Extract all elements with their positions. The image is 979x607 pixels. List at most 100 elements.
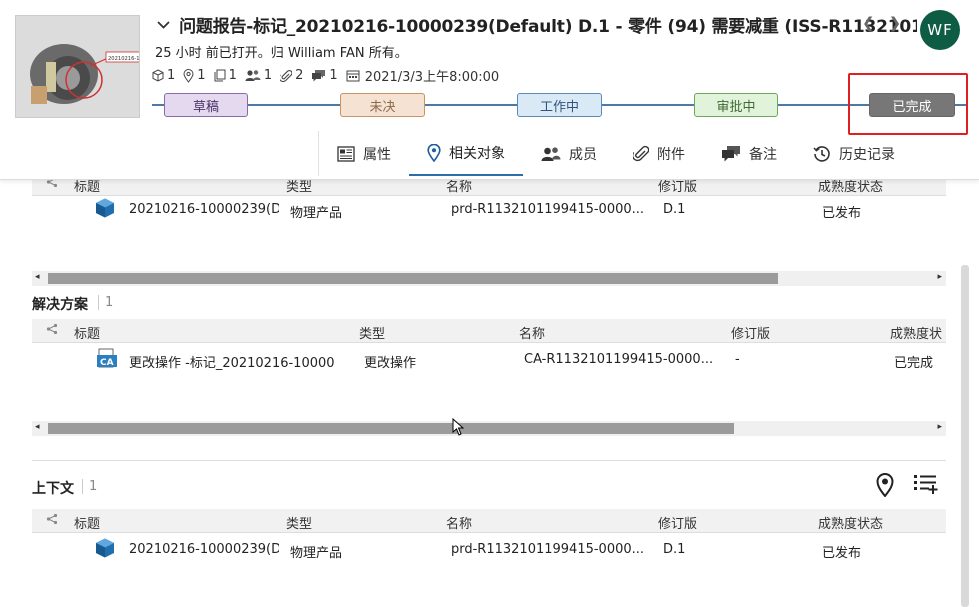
stat-people-value: 1 (263, 68, 273, 83)
row-title[interactable]: 更改操作 -标记_20210216-10000 (129, 352, 353, 371)
row-status: 已完成 (894, 356, 934, 371)
notes-icon (722, 146, 740, 162)
section-title-solutions: 解决方案 (32, 297, 88, 313)
row-revision: D.1 (663, 542, 686, 557)
row-title[interactable]: 20210216-10000239(D (129, 202, 279, 217)
tab-properties[interactable]: 属性 (319, 132, 409, 176)
comment-icon (312, 70, 326, 82)
tab-related-objects-label: 相关对象 (449, 145, 505, 162)
history-icon (813, 145, 830, 162)
table-row[interactable]: 20210216-10000239(D 物理产品 prd-R1132101199… (32, 536, 946, 564)
scroll-right-icon[interactable]: ▸ (937, 272, 942, 282)
stat-comments: 1 (311, 68, 338, 83)
row-type: 更改操作 (364, 356, 417, 371)
tab-notes[interactable]: 备注 (703, 132, 795, 176)
part-thumbnail[interactable]: 20210216-10000 (15, 15, 140, 118)
solutions-col-type[interactable]: 类型 (359, 323, 385, 342)
tab-history-label: 历史记录 (839, 146, 895, 163)
row-name: prd-R1132101199415-0000... (451, 202, 645, 217)
context-col-title[interactable]: 标题 (74, 513, 100, 532)
location-pin-icon (427, 143, 441, 162)
stat-pages-value: 1 (228, 68, 237, 83)
physical-product-icon (94, 197, 116, 223)
tab-notes-label: 备注 (749, 146, 777, 163)
section-count-context: 1 (82, 479, 97, 494)
stage-draft[interactable]: 草稿 (164, 93, 248, 117)
stat-cube-value: 1 (167, 68, 176, 83)
scroll-left-icon[interactable]: ◂ (35, 272, 40, 282)
tab-history[interactable]: 历史记录 (795, 132, 913, 176)
avatar[interactable]: WF (920, 10, 960, 50)
collapse-chevron-icon[interactable] (157, 16, 170, 34)
tab-members[interactable]: 成员 (523, 132, 615, 176)
mouse-cursor-icon (452, 417, 465, 440)
grid1-col-type[interactable]: 类型 (286, 180, 312, 195)
stats-bar: 1 1 1 1 2 1 2021/3/3上午8:00:00 (152, 66, 507, 85)
stat-pin-value: 1 (197, 68, 206, 83)
page-title: 问题报告-标记_20210216-10000239(Default) D.1 -… (179, 17, 917, 37)
context-col-revision[interactable]: 修订版 (658, 513, 697, 532)
related-objects-panel: 标题 类型 名称 修订版 成熟度状态 20210216-10000239(D 物… (0, 180, 979, 607)
add-to-list-icon[interactable] (913, 473, 939, 499)
change-action-icon: CA (96, 347, 118, 373)
scroll-thumb[interactable] (48, 423, 734, 434)
grid1-header: 标题 类型 名称 修订版 成熟度状态 (32, 180, 946, 196)
context-col-name[interactable]: 名称 (446, 513, 472, 532)
context-col-type[interactable]: 类型 (286, 513, 312, 532)
section-count-solutions: 1 (98, 295, 113, 310)
vertical-scrollbar[interactable] (961, 265, 969, 607)
app-window: 20210216-10000 问题报告-标记_20210216-10000239… (0, 0, 979, 607)
grid1-col-maturity[interactable]: 成熟度状态 (818, 180, 883, 195)
tab-related-objects[interactable]: 相关对象 (409, 132, 523, 176)
stage-in-approval[interactable]: 审批中 (694, 93, 778, 117)
record-nav: ❮❯ (862, 14, 915, 32)
tab-members-label: 成员 (569, 146, 597, 163)
stat-attachments: 2 (280, 68, 303, 83)
grid1-horizontal-scrollbar[interactable]: ◂ ▸ (32, 271, 946, 286)
row-revision: - (735, 352, 740, 367)
solutions-col-revision[interactable]: 修订版 (731, 323, 770, 342)
scroll-thumb[interactable] (48, 273, 778, 284)
solutions-share-icon (46, 323, 58, 339)
solutions-horizontal-scrollbar[interactable]: ◂ ▸ (32, 421, 946, 436)
stage-pending[interactable]: 未决 (340, 93, 425, 117)
paperclip-icon (280, 69, 293, 82)
row-title[interactable]: 20210216-10000239(D (129, 542, 279, 557)
scroll-left-icon[interactable]: ◂ (35, 422, 40, 432)
stat-pages: 1 (214, 68, 237, 83)
solutions-col-title[interactable]: 标题 (74, 323, 100, 342)
location-pin-icon[interactable] (876, 473, 894, 501)
grid1-col-title[interactable]: 标题 (74, 180, 100, 195)
stat-comments-value: 1 (329, 68, 338, 83)
annotation-highlight-box (848, 73, 968, 135)
row-type: 物理产品 (290, 206, 343, 221)
ownership-line: 25 小时 前已打开。归 William FAN 所有。 (155, 46, 408, 61)
solutions-col-maturity[interactable]: 成熟度状 (890, 323, 942, 342)
solutions-col-name[interactable]: 名称 (519, 323, 545, 342)
scroll-right-icon[interactable]: ▸ (937, 422, 942, 432)
context-grid-header: 标题 类型 名称 修订版 成熟度状态 (32, 509, 946, 533)
cube-icon (152, 69, 164, 82)
properties-icon (337, 145, 355, 162)
physical-product-icon (94, 537, 116, 563)
section-divider (32, 460, 946, 461)
previous-record-icon[interactable]: ❮ (862, 14, 889, 32)
svg-text:CA: CA (100, 358, 114, 368)
next-record-icon[interactable]: ❯ (889, 14, 916, 32)
tab-attachments[interactable]: 附件 (615, 132, 703, 176)
issue-header: 20210216-10000 问题报告-标记_20210216-10000239… (0, 0, 979, 180)
stat-cube: 1 (152, 68, 175, 83)
grid1-col-name[interactable]: 名称 (446, 180, 472, 195)
solutions-grid-header: 标题 类型 名称 修订版 成熟度状 (32, 319, 946, 343)
row-status: 已发布 (822, 206, 862, 221)
calendar-icon (346, 70, 360, 82)
stat-attachments-value: 2 (295, 68, 304, 83)
stage-in-work[interactable]: 工作中 (517, 93, 602, 117)
context-col-maturity[interactable]: 成熟度状态 (818, 513, 883, 532)
table-row[interactable]: CA 更改操作 -标记_20210216-10000 更改操作 CA-R1132… (32, 346, 946, 374)
row-revision: D.1 (663, 202, 686, 217)
grid1-col-revision[interactable]: 修订版 (658, 180, 697, 195)
tab-properties-label: 属性 (363, 146, 391, 163)
table-row[interactable]: 20210216-10000239(D 物理产品 prd-R1132101199… (32, 196, 946, 224)
tab-bar: 属性 相关对象 成员 附件 备注 历史记录 (318, 131, 913, 176)
